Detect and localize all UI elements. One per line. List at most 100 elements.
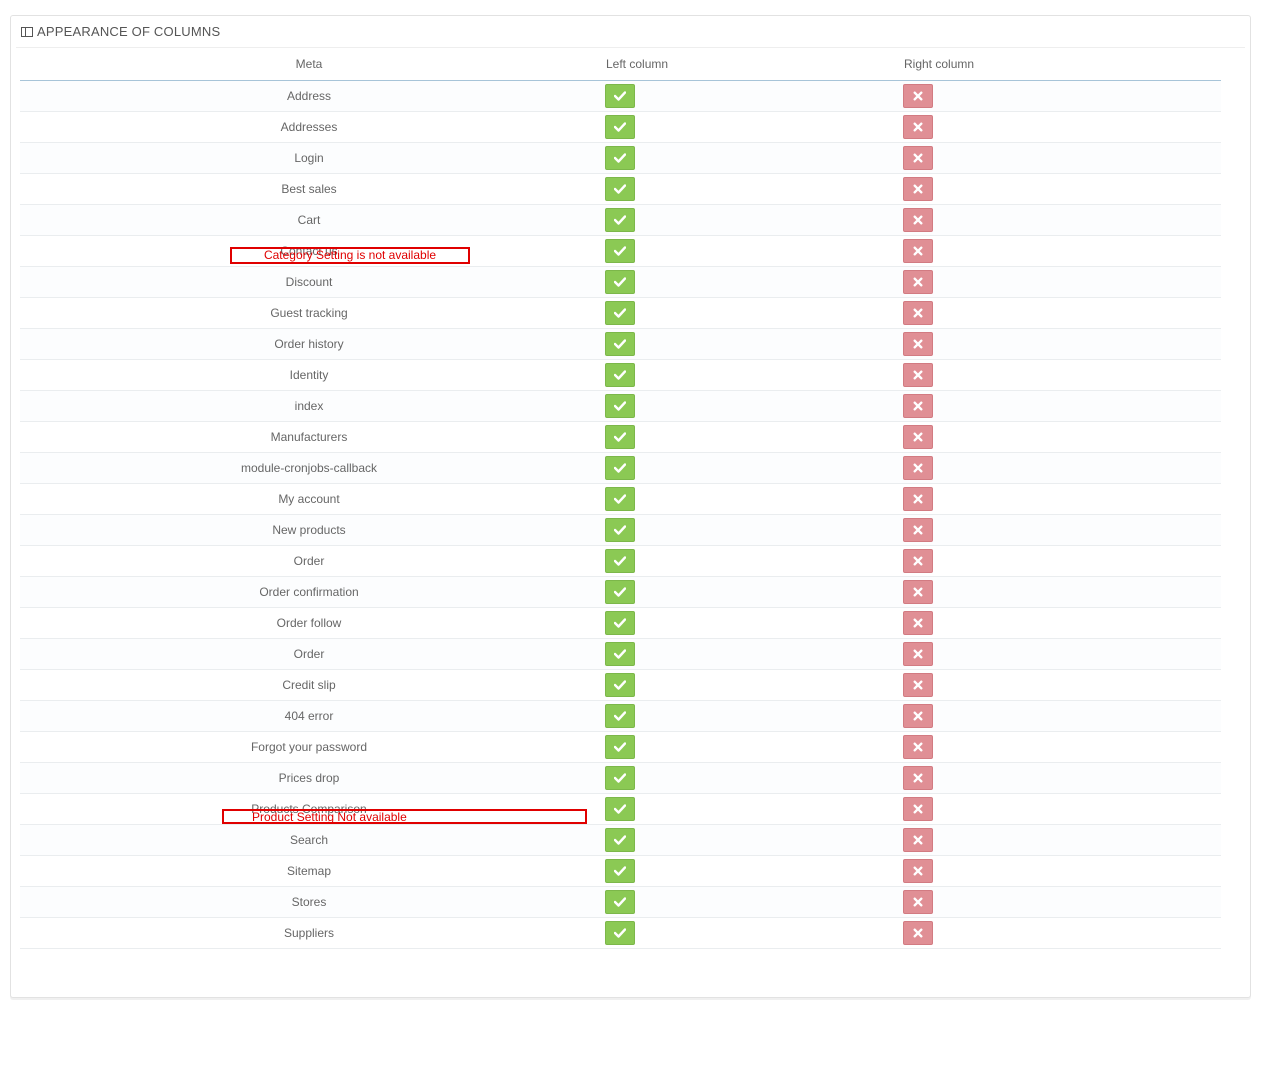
right-column-toggle[interactable] (903, 642, 933, 666)
right-column-cell (897, 390, 1221, 422)
table-row: Search (20, 824, 1221, 856)
left-column-toggle[interactable] (605, 735, 635, 759)
right-column-toggle[interactable] (903, 766, 933, 790)
right-column-cell (897, 204, 1221, 236)
left-column-toggle[interactable] (605, 115, 635, 139)
table-row: Credit slip (20, 669, 1221, 701)
table-row: Identity (20, 359, 1221, 391)
left-column-cell (598, 328, 897, 360)
left-column-toggle[interactable] (605, 208, 635, 232)
left-column-toggle[interactable] (605, 549, 635, 573)
left-column-toggle[interactable] (605, 487, 635, 511)
meta-cell: Guest tracking (20, 297, 598, 329)
left-column-toggle[interactable] (605, 239, 635, 263)
columns-icon (21, 26, 33, 37)
left-column-cell (598, 731, 897, 763)
right-column-cell (897, 700, 1221, 732)
left-column-toggle[interactable] (605, 642, 635, 666)
right-column-toggle[interactable] (903, 425, 933, 449)
left-column-toggle[interactable] (605, 580, 635, 604)
left-column-toggle[interactable] (605, 766, 635, 790)
meta-cell: Addresses (20, 111, 598, 143)
left-column-cell (598, 886, 897, 918)
right-column-toggle[interactable] (903, 84, 933, 108)
left-column-toggle[interactable] (605, 859, 635, 883)
left-column-toggle[interactable] (605, 301, 635, 325)
meta-cell: Address (20, 80, 598, 112)
right-column-toggle[interactable] (903, 611, 933, 635)
right-column-toggle[interactable] (903, 487, 933, 511)
left-column-toggle[interactable] (605, 332, 635, 356)
right-column-toggle[interactable] (903, 735, 933, 759)
meta-cell: Order follow (20, 607, 598, 639)
meta-cell: Cart (20, 204, 598, 236)
table-row: Manufacturers (20, 421, 1221, 453)
left-column-toggle[interactable] (605, 177, 635, 201)
left-column-toggle[interactable] (605, 270, 635, 294)
left-column-toggle[interactable] (605, 363, 635, 387)
right-column-cell (897, 266, 1221, 298)
right-column-toggle[interactable] (903, 518, 933, 542)
right-column-toggle[interactable] (903, 456, 933, 480)
right-column-cell (897, 824, 1221, 856)
right-column-toggle[interactable] (903, 208, 933, 232)
left-column-toggle[interactable] (605, 890, 635, 914)
right-column-toggle[interactable] (903, 797, 933, 821)
right-column-toggle[interactable] (903, 704, 933, 728)
meta-column-header: Meta (20, 48, 598, 81)
left-column-toggle[interactable] (605, 611, 635, 635)
right-column-toggle[interactable] (903, 890, 933, 914)
left-column-toggle[interactable] (605, 828, 635, 852)
table-row: Suppliers (20, 917, 1221, 949)
right-column-cell (897, 142, 1221, 174)
table-row: Order (20, 638, 1221, 670)
left-column-cell (598, 700, 897, 732)
left-column-toggle[interactable] (605, 797, 635, 821)
right-column-toggle[interactable] (903, 859, 933, 883)
right-column-toggle[interactable] (903, 394, 933, 418)
right-column-toggle[interactable] (903, 363, 933, 387)
right-column-toggle[interactable] (903, 177, 933, 201)
right-column-toggle[interactable] (903, 301, 933, 325)
meta-cell: Order (20, 545, 598, 577)
table-row: New products (20, 514, 1221, 546)
meta-cell: Prices drop (20, 762, 598, 794)
left-column-cell (598, 576, 897, 608)
meta-cell: Forgot your password (20, 731, 598, 763)
right-column-cell (897, 297, 1221, 329)
left-column-toggle[interactable] (605, 704, 635, 728)
right-column-toggle[interactable] (903, 549, 933, 573)
right-column-toggle[interactable] (903, 828, 933, 852)
table-row: Stores (20, 886, 1221, 918)
right-column-toggle[interactable] (903, 332, 933, 356)
left-column-toggle[interactable] (605, 456, 635, 480)
right-column-toggle[interactable] (903, 270, 933, 294)
table-row: Order confirmation (20, 576, 1221, 608)
right-column-toggle[interactable] (903, 580, 933, 604)
table-row: Sitemap (20, 855, 1221, 887)
right-column-toggle[interactable] (903, 239, 933, 263)
product-setting-annotation: Product Setting Not available (222, 809, 587, 824)
right-column-toggle[interactable] (903, 146, 933, 170)
table-row: Forgot your password (20, 731, 1221, 763)
table-row: Order follow (20, 607, 1221, 639)
right-column-toggle[interactable] (903, 673, 933, 697)
left-column-toggle[interactable] (605, 425, 635, 449)
left-column-toggle[interactable] (605, 921, 635, 945)
right-column-toggle[interactable] (903, 921, 933, 945)
right-column-cell (897, 669, 1221, 701)
left-column-cell (598, 142, 897, 174)
meta-cell: My account (20, 483, 598, 515)
meta-cell: Stores (20, 886, 598, 918)
right-column-toggle[interactable] (903, 115, 933, 139)
left-column-toggle[interactable] (605, 394, 635, 418)
left-column-toggle[interactable] (605, 673, 635, 697)
meta-cell: index (20, 390, 598, 422)
meta-cell: Login (20, 142, 598, 174)
table-row: Address (20, 80, 1221, 112)
right-column-cell (897, 235, 1221, 267)
left-column-toggle[interactable] (605, 518, 635, 542)
left-column-toggle[interactable] (605, 146, 635, 170)
left-column-cell (598, 421, 897, 453)
left-column-toggle[interactable] (605, 84, 635, 108)
